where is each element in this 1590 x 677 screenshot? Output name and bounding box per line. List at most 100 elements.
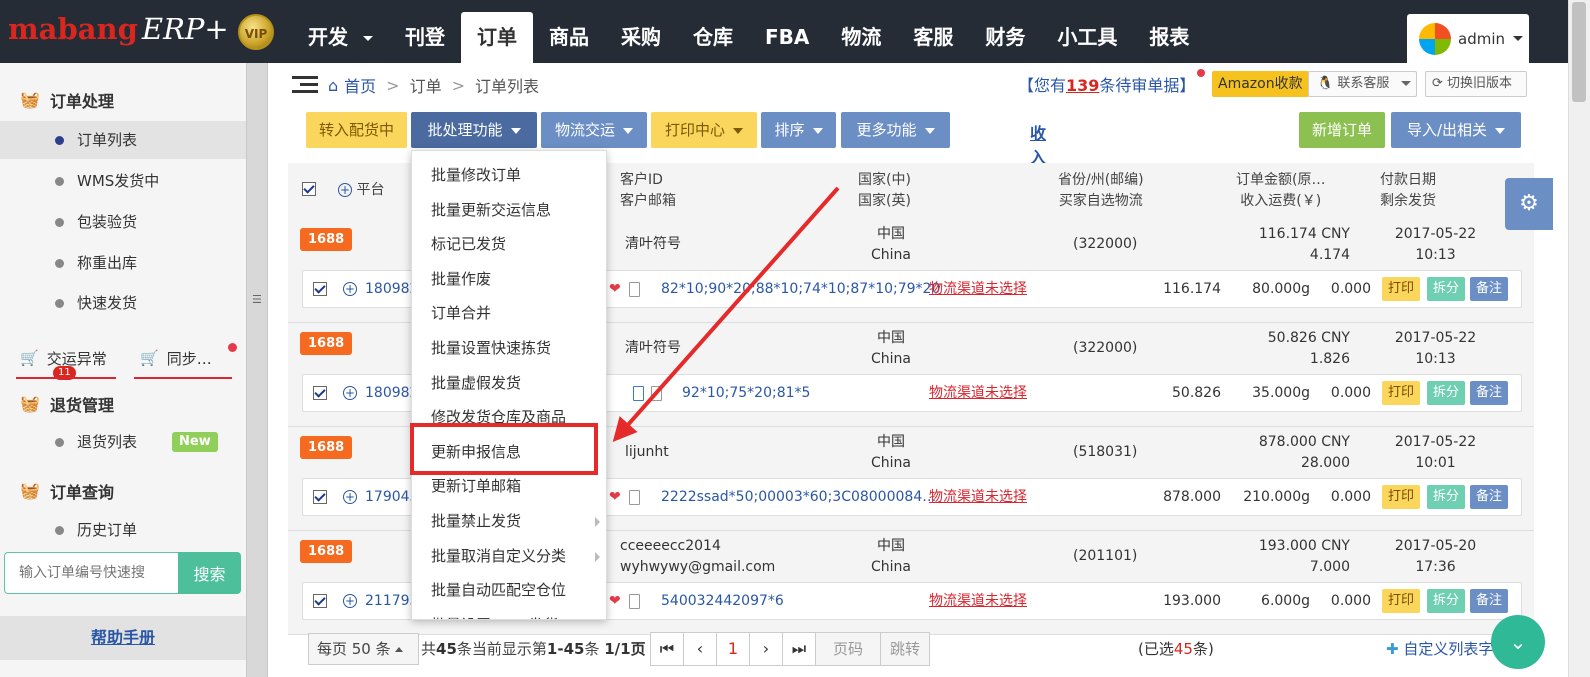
nav-item-service[interactable]: 客服 bbox=[897, 12, 969, 63]
sidebar-item-history[interactable]: 历史订单 bbox=[0, 511, 246, 549]
split-button[interactable]: 拆分 bbox=[1427, 381, 1466, 405]
print-button[interactable]: 打印 bbox=[1382, 589, 1421, 613]
import-export-button[interactable]: 导入/出相关 bbox=[1391, 112, 1521, 148]
page-scrollbar[interactable] bbox=[1568, 0, 1590, 677]
sidebar-item-quick-ship[interactable]: 快速发货 bbox=[0, 284, 246, 322]
heart-icon[interactable]: ❤ bbox=[609, 271, 621, 307]
sidebar-section-returns[interactable]: 🧺 退货管理 bbox=[20, 392, 114, 416]
sku-list[interactable]: 540032442097*6 bbox=[661, 583, 784, 619]
menu-item-merge[interactable]: 订单合并 bbox=[412, 296, 606, 331]
row-checkbox[interactable] bbox=[313, 490, 327, 504]
row-checkbox[interactable] bbox=[313, 386, 327, 400]
current-page[interactable]: 1 bbox=[716, 632, 750, 666]
contact-service-button[interactable]: 🐧 联系客服 bbox=[1308, 71, 1417, 97]
batch-menu-button[interactable]: 批处理功能 bbox=[411, 112, 537, 148]
logistics-channel-link[interactable]: 物流渠道未选择 bbox=[929, 479, 1027, 515]
expand-icon[interactable]: + bbox=[343, 583, 357, 619]
custom-fields-link[interactable]: ✚ 自定义列表字段 bbox=[1386, 633, 1508, 665]
amazon-payment-button[interactable]: Amazon收款 bbox=[1212, 71, 1309, 97]
menu-toggle-icon[interactable] bbox=[292, 76, 318, 94]
nav-item-logistics[interactable]: 物流 bbox=[825, 12, 897, 63]
nav-item-finance[interactable]: 财务 bbox=[969, 12, 1041, 63]
breadcrumb-orders[interactable]: 订单 bbox=[410, 73, 442, 97]
row-checkbox[interactable] bbox=[313, 282, 327, 296]
search-button[interactable]: 搜索 bbox=[178, 552, 241, 594]
sidebar-item-pack-check[interactable]: 包装验货 bbox=[0, 203, 246, 241]
sidebar-item-wms[interactable]: WMS发货中 bbox=[0, 162, 246, 200]
sku-list[interactable]: 82*10;90*20;88*10;74*10;87*10;79*20 bbox=[661, 271, 940, 307]
platform-header[interactable]: + 平台 bbox=[338, 180, 384, 201]
menu-item-wms-ship[interactable]: 批量设置WMS发货 bbox=[412, 608, 606, 619]
logistics-channel-link[interactable]: 物流渠道未选择 bbox=[929, 583, 1027, 619]
split-button[interactable]: 拆分 bbox=[1427, 589, 1466, 613]
first-page-icon[interactable]: ⏮ bbox=[650, 632, 684, 666]
nav-item-products[interactable]: 商品 bbox=[533, 12, 605, 63]
sku-list[interactable]: 2222ssad*50;00003*60;3C08000084… bbox=[661, 479, 936, 515]
prev-page-icon[interactable]: ‹ bbox=[683, 632, 717, 666]
clipboard-icon[interactable] bbox=[633, 375, 644, 411]
next-page-icon[interactable]: › bbox=[749, 632, 783, 666]
switch-version-button[interactable]: ⟳ 切换旧版本 bbox=[1425, 71, 1527, 97]
sort-button[interactable]: 排序 bbox=[761, 112, 836, 148]
nav-item-tools[interactable]: 小工具 bbox=[1041, 12, 1133, 63]
print-button[interactable]: 打印 bbox=[1382, 381, 1421, 405]
nav-item-warehouse[interactable]: 仓库 bbox=[677, 12, 749, 63]
help-manual-link[interactable]: 帮助手册 bbox=[91, 628, 155, 647]
menu-item-mark-shipped[interactable]: 标记已发货 bbox=[412, 227, 606, 262]
menu-item-fake-ship[interactable]: 批量虚假发货 bbox=[412, 366, 606, 401]
expand-icon[interactable]: + bbox=[343, 271, 357, 307]
split-button[interactable]: 拆分 bbox=[1427, 277, 1466, 301]
per-page-select[interactable]: 每页 50 条 bbox=[308, 633, 419, 665]
split-button[interactable]: 拆分 bbox=[1427, 485, 1466, 509]
sidebar-item-weigh-out[interactable]: 称重出库 bbox=[0, 244, 246, 282]
sidebar-section-order-processing[interactable]: 🧺 订单处理 bbox=[20, 88, 114, 112]
order-search-input[interactable] bbox=[4, 552, 178, 594]
sidebar-item-order-list[interactable]: 订单列表 bbox=[0, 121, 246, 159]
nav-item-orders[interactable]: 订单 bbox=[460, 12, 533, 63]
heart-icon[interactable]: ❤ bbox=[609, 583, 621, 619]
nav-item-purchase[interactable]: 采购 bbox=[605, 12, 677, 63]
expand-icon[interactable]: + bbox=[343, 479, 357, 515]
logistics-channel-link[interactable]: 物流渠道未选择 bbox=[929, 271, 1027, 307]
menu-item-batch-void[interactable]: 批量作废 bbox=[412, 262, 606, 297]
pending-orders-link[interactable]: 【您有139条待审单据】 bbox=[1018, 69, 1206, 96]
nav-item-develop[interactable]: 开发 bbox=[292, 12, 389, 63]
chevron-down-fab-icon[interactable]: ⌄ bbox=[1491, 615, 1545, 669]
menu-item-batch-update-shipping[interactable]: 批量更新交运信息 bbox=[412, 193, 606, 228]
clipboard-icon[interactable] bbox=[629, 479, 640, 515]
logistics-button[interactable]: 物流交运 bbox=[541, 112, 647, 148]
menu-item-auto-match[interactable]: 批量自动匹配空仓位 bbox=[412, 573, 606, 608]
more-functions-button[interactable]: 更多功能 bbox=[841, 112, 950, 148]
sku-list[interactable]: 92*10;75*20;81*5 bbox=[682, 375, 810, 411]
transfer-button[interactable]: 转入配货中 bbox=[306, 112, 407, 148]
last-page-icon[interactable]: ⏭ bbox=[782, 632, 816, 666]
print-center-button[interactable]: 打印中心 bbox=[651, 112, 757, 148]
print-button[interactable]: 打印 bbox=[1382, 485, 1421, 509]
note-button[interactable]: 备注 bbox=[1470, 485, 1509, 509]
scrollbar-thumb[interactable] bbox=[1572, 2, 1586, 102]
tab-sync[interactable]: 🛒 同步… bbox=[140, 339, 212, 377]
select-all-checkbox[interactable] bbox=[302, 182, 316, 196]
sidebar-splitter[interactable]: ☰ bbox=[246, 63, 268, 677]
expand-icon[interactable]: + bbox=[343, 375, 357, 411]
mabang-logo[interactable]: mabang ERP+ bbox=[8, 12, 229, 46]
sidebar-section-order-query[interactable]: 🧺 订单查询 bbox=[20, 479, 114, 503]
menu-item-batch-edit[interactable]: 批量修改订单 bbox=[412, 158, 606, 193]
nav-item-reports[interactable]: 报表 bbox=[1133, 12, 1205, 63]
user-menu[interactable]: admin bbox=[1407, 14, 1529, 63]
note-button[interactable]: 备注 bbox=[1470, 381, 1509, 405]
note-button[interactable]: 备注 bbox=[1470, 589, 1509, 613]
sidebar-item-return-list[interactable]: 退货列表 New bbox=[0, 423, 246, 461]
menu-item-batch-block[interactable]: 批量禁止发货 bbox=[412, 504, 606, 539]
clipboard-icon[interactable] bbox=[651, 375, 662, 411]
page-number-input[interactable]: 页码 bbox=[815, 632, 881, 666]
clipboard-icon[interactable] bbox=[629, 583, 640, 619]
menu-item-quick-pick[interactable]: 批量设置快速拣货 bbox=[412, 331, 606, 366]
jump-button[interactable]: 跳转 bbox=[880, 632, 930, 666]
new-order-button[interactable]: 新增订单 bbox=[1299, 112, 1385, 148]
print-button[interactable]: 打印 bbox=[1382, 277, 1421, 301]
row-checkbox[interactable] bbox=[313, 594, 327, 608]
menu-item-cancel-category[interactable]: 批量取消自定义分类 bbox=[412, 539, 606, 574]
breadcrumb-home[interactable]: 首页 bbox=[344, 73, 376, 97]
logistics-channel-link[interactable]: 物流渠道未选择 bbox=[929, 375, 1027, 411]
